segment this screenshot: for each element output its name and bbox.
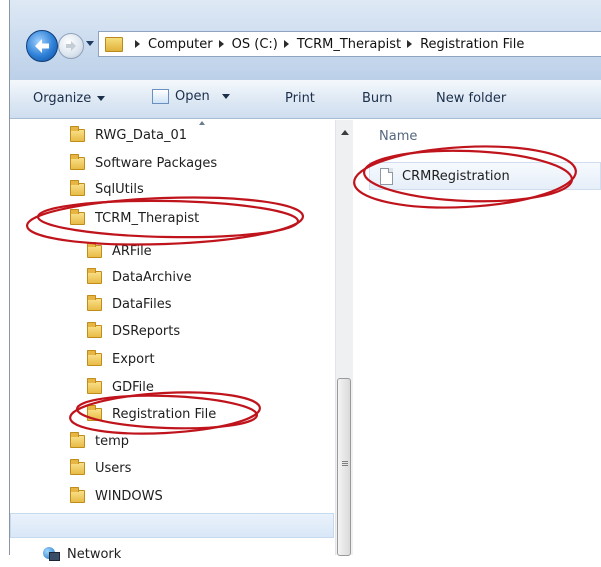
folder-icon: [70, 458, 85, 475]
command-bar: Organize Open Print Burn New folder: [10, 80, 601, 119]
tree-item-users[interactable]: Users: [70, 455, 131, 481]
file-row[interactable]: CRMRegistration: [369, 162, 601, 190]
tree-item-sqlutils[interactable]: SqlUtils: [70, 176, 144, 202]
folder-icon: [87, 377, 102, 394]
tree-item-network[interactable]: Network: [43, 541, 121, 567]
folder-icon: [70, 125, 85, 142]
folder-icon: [87, 267, 102, 284]
folder-icon: [70, 153, 85, 170]
tree-item-label: temp: [95, 433, 130, 449]
tree-item-dsreports[interactable]: DSReports: [87, 318, 180, 344]
tree-item-windows[interactable]: WINDOWS: [70, 483, 163, 509]
organize-label: Organize: [33, 91, 92, 106]
tree-item-label: RWG_Data_01: [95, 127, 188, 143]
breadcrumb-os-drive[interactable]: OS (C:): [232, 37, 278, 52]
scrollbar-thumb[interactable]: [337, 378, 351, 556]
back-button[interactable]: [26, 30, 58, 62]
folder-icon: [87, 241, 102, 258]
forward-button[interactable]: [58, 33, 84, 59]
tree-item-arfile[interactable]: ARFile: [87, 238, 152, 264]
address-bar-area: Computer OS (C:) TCRM_Therapist Registra…: [10, 0, 601, 80]
sort-ascending-icon: [199, 121, 205, 125]
folder-icon: [70, 431, 85, 448]
grip-icon: [342, 461, 348, 462]
organize-button[interactable]: Organize: [33, 91, 106, 106]
folder-icon: [87, 404, 102, 421]
chevron-down-icon: [221, 94, 230, 99]
new-folder-button[interactable]: New folder: [436, 91, 506, 106]
chevron-down-icon: [97, 96, 106, 101]
folder-icon: [70, 179, 85, 196]
explorer-window: Computer OS (C:) TCRM_Therapist Registra…: [10, 0, 601, 562]
tree-item-label: WINDOWS: [95, 488, 163, 504]
tree-item-label: SqlUtils: [95, 181, 144, 197]
tree-item-label: GDFile: [112, 379, 154, 395]
open-button[interactable]: Open: [152, 89, 230, 104]
column-header-name[interactable]: Name: [379, 129, 417, 144]
address-bar[interactable]: Computer OS (C:) TCRM_Therapist Registra…: [98, 31, 601, 57]
file-name: CRMRegistration: [402, 168, 510, 184]
tree-item-label: Software Packages: [95, 155, 218, 171]
tree-item-label: Network: [67, 546, 122, 562]
chevron-right-icon[interactable]: [135, 40, 140, 48]
tree-item-export[interactable]: Export: [87, 346, 155, 372]
open-icon: [152, 89, 169, 104]
tree-item-label: TCRM_Therapist: [95, 210, 200, 226]
open-label: Open: [175, 89, 210, 104]
folder-icon: [70, 208, 85, 225]
tree-item-rwg-data[interactable]: RWG_Data_01: [70, 122, 187, 148]
tree-item-label: Export: [112, 351, 155, 367]
burn-button[interactable]: Burn: [362, 91, 393, 106]
tree-item-label: DataArchive: [112, 269, 192, 285]
tree-item-registration-file[interactable]: Registration File: [87, 401, 216, 427]
print-button[interactable]: Print: [285, 91, 315, 106]
tree-item-label: Users: [95, 460, 132, 476]
tree-item-label: DataFiles: [112, 296, 172, 312]
tree-item-datafiles[interactable]: DataFiles: [87, 291, 172, 317]
file-icon: [380, 167, 393, 185]
tree-item-gdfile[interactable]: GDFile: [87, 374, 154, 400]
folder-icon: [70, 486, 85, 503]
navigation-pane: RWG_Data_01 Software Packages SqlUtils T…: [10, 119, 350, 562]
breadcrumb-computer[interactable]: Computer: [148, 37, 213, 52]
folder-icon: [87, 349, 102, 366]
chevron-right-icon[interactable]: [283, 40, 289, 48]
nav-pane-scrollbar[interactable]: [335, 120, 354, 556]
tree-item-label: ARFile: [112, 243, 152, 259]
tree-item-tcrm-therapist[interactable]: TCRM_Therapist: [70, 205, 199, 231]
tree-item-dataarchive[interactable]: DataArchive: [87, 264, 192, 290]
recent-pages-dropdown[interactable]: [86, 41, 94, 46]
folder-icon: [87, 321, 102, 338]
folder-icon: [105, 36, 123, 52]
breadcrumb-registration-file[interactable]: Registration File: [420, 37, 524, 52]
scroll-up-icon[interactable]: [341, 130, 349, 135]
file-list-pane: Name CRMRegistration: [353, 119, 601, 555]
chevron-right-icon[interactable]: [218, 40, 224, 48]
network-icon: [43, 547, 60, 561]
folder-icon: [87, 294, 102, 311]
back-arrow-icon: [35, 39, 49, 53]
breadcrumb-tcrm-therapist[interactable]: TCRM_Therapist: [297, 37, 401, 52]
tree-item-label: DSReports: [112, 323, 181, 339]
forward-arrow-icon: [66, 41, 76, 51]
chevron-right-icon[interactable]: [407, 40, 413, 48]
tree-item-software-packages[interactable]: Software Packages: [70, 150, 217, 176]
selected-row-highlight: [10, 513, 334, 538]
tree-item-temp[interactable]: temp: [70, 428, 129, 454]
tree-item-label: Registration File: [112, 406, 217, 422]
left-window-edge: [0, 0, 10, 555]
